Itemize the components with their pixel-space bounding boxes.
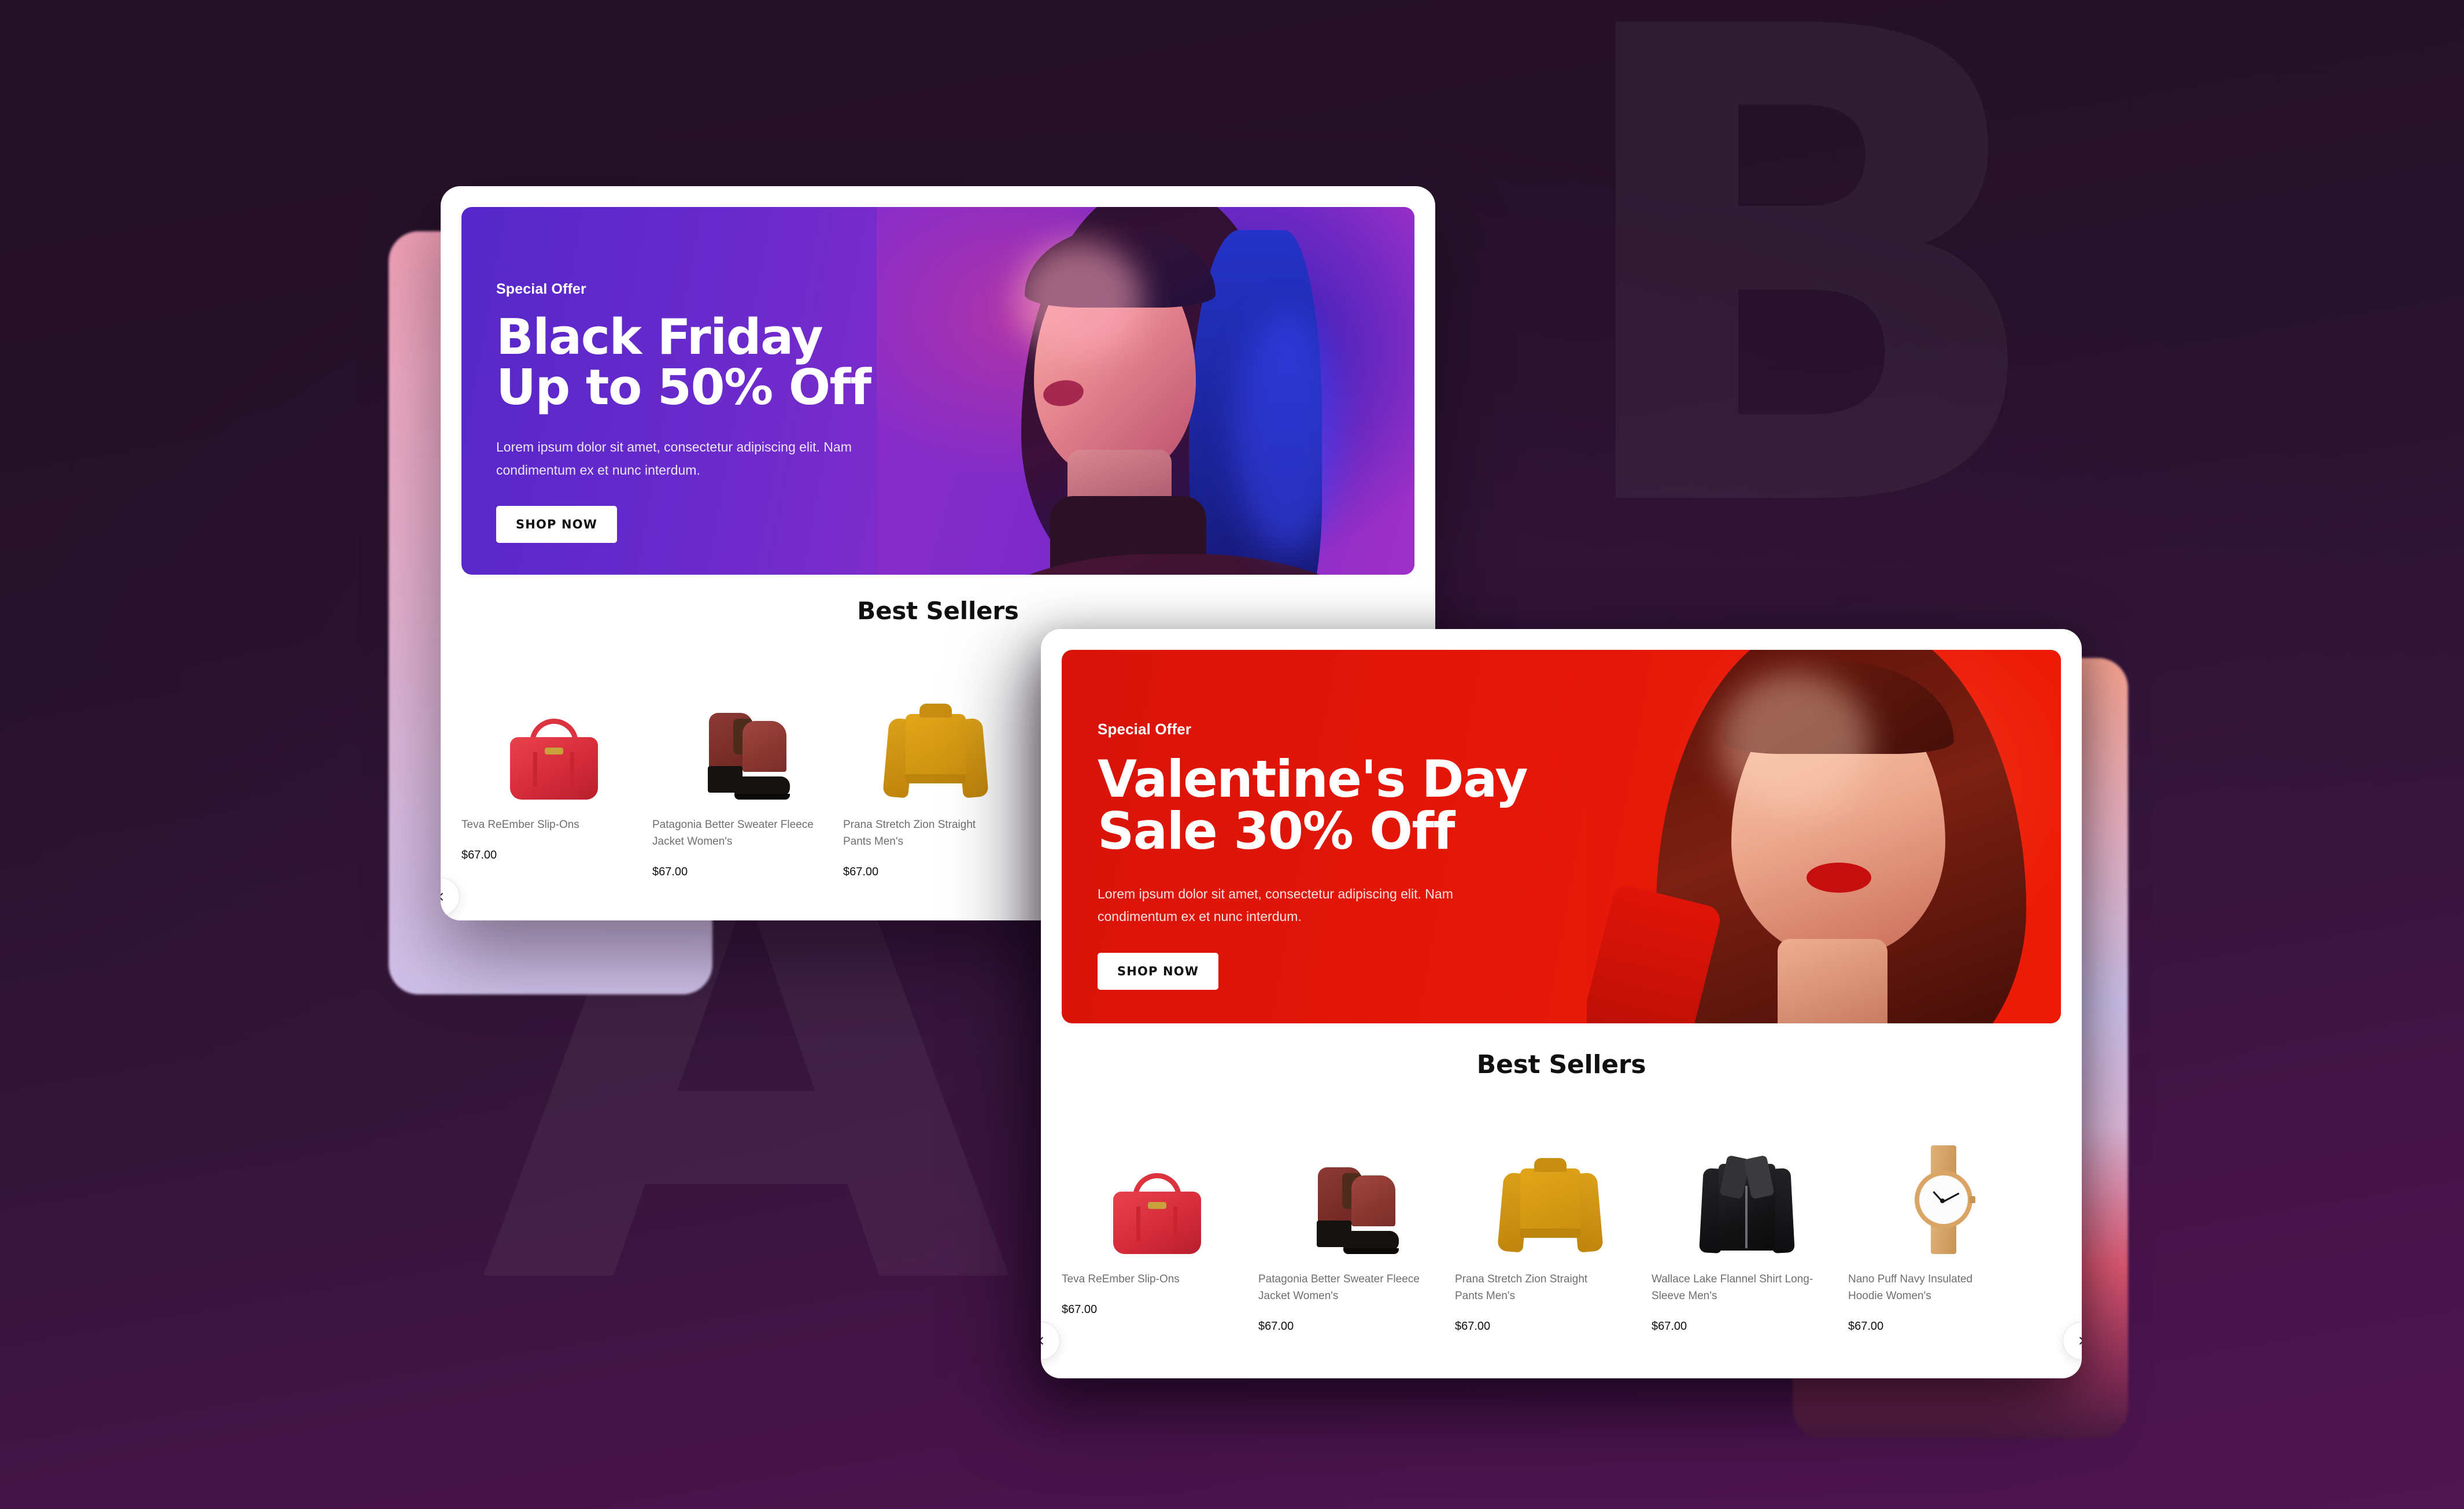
product-image-brown-ankle-boots xyxy=(1258,1109,1449,1254)
product-card[interactable]: Patagonia Better Sweater Fleece Jacket W… xyxy=(652,655,843,879)
product-name: Teva ReEmber Slip-Ons xyxy=(1062,1273,1180,1285)
product-name: Prana Stretch Zion Straight Pants Men's xyxy=(843,819,976,848)
product-price: $67.00 xyxy=(652,865,688,878)
hero-headline-line-1: Valentine's Day xyxy=(1098,749,1528,809)
product-image-black-leather-jacket xyxy=(1652,1109,1842,1254)
chevron-left-icon xyxy=(1041,1337,1043,1345)
product-image-red-handbag xyxy=(461,655,647,800)
carousel-prev-button[interactable] xyxy=(441,878,460,916)
handbag-icon xyxy=(510,719,598,800)
product-name: Wallace Lake Flannel Shirt Long-Sleeve M… xyxy=(1652,1273,1813,1302)
product-image-rose-gold-watch xyxy=(1848,1109,2039,1254)
storefront-card-valentines-day: Special Offer Valentine's Day Sale 30% O… xyxy=(1041,629,2082,1378)
product-price: $67.00 xyxy=(461,848,497,861)
product-card[interactable]: Teva ReEmber Slip-Ons $67.00 xyxy=(1062,1109,1258,1333)
hero-eyebrow: Special Offer xyxy=(1098,720,1192,738)
hero-subcopy: Lorem ipsum dolor sit amet, consectetur … xyxy=(1098,886,1453,924)
product-card[interactable]: Patagonia Better Sweater Fleece Jacket W… xyxy=(1258,1109,1455,1333)
best-sellers-carousel: Teva ReEmber Slip-Ons $67.00 Patagonia B… xyxy=(1062,1109,2061,1333)
sweater-icon xyxy=(882,704,989,800)
product-image-mustard-sweater xyxy=(843,655,1028,800)
hero-banner-valentines-day: Special Offer Valentine's Day Sale 30% O… xyxy=(1062,650,2061,1023)
product-price: $67.00 xyxy=(1455,1319,1491,1333)
product-card[interactable]: Teva ReEmber Slip-Ons $67.00 xyxy=(461,655,652,879)
product-price: $67.00 xyxy=(1062,1303,1098,1316)
hero-banner-black-friday: Special Offer Black Friday Up to 50% Off… xyxy=(461,207,1414,575)
best-sellers-title: Best Sellers xyxy=(857,597,1019,625)
hero-headline-line-2: Up to 50% Off xyxy=(496,358,871,416)
shop-now-button[interactable]: SHOP NOW xyxy=(496,506,618,543)
product-image-brown-ankle-boots xyxy=(652,655,837,800)
best-sellers-title: Best Sellers xyxy=(1476,1050,1646,1079)
hero-subcopy: Lorem ipsum dolor sit amet, consectetur … xyxy=(496,439,852,478)
product-name: Prana Stretch Zion Straight Pants Men's xyxy=(1455,1273,1588,1302)
product-price: $67.00 xyxy=(1848,1319,1884,1333)
product-name: Nano Puff Navy Insulated Hoodie Women's xyxy=(1848,1273,1973,1302)
watch-icon xyxy=(1912,1145,1975,1254)
product-name: Patagonia Better Sweater Fleece Jacket W… xyxy=(652,819,814,848)
shop-now-button[interactable]: SHOP NOW xyxy=(1098,952,1219,990)
hero-copy-block: Special Offer Black Friday Up to 50% Off… xyxy=(461,207,1414,543)
product-name: Patagonia Better Sweater Fleece Jacket W… xyxy=(1258,1273,1420,1302)
product-card[interactable]: Prana Stretch Zion Straight Pants Men's … xyxy=(843,655,1034,879)
chevron-right-icon xyxy=(2079,1337,2082,1345)
product-price: $67.00 xyxy=(1652,1319,1687,1333)
product-image-red-handbag xyxy=(1062,1109,1253,1254)
product-price: $67.00 xyxy=(1258,1319,1294,1333)
hero-headline-line-2: Sale 30% Off xyxy=(1098,801,1455,861)
background-letter-b: B xyxy=(1556,0,2053,599)
product-card[interactable]: Prana Stretch Zion Straight Pants Men's … xyxy=(1455,1109,1652,1333)
boot-icon xyxy=(1307,1167,1400,1254)
product-price: $67.00 xyxy=(843,865,879,878)
chevron-left-icon xyxy=(441,893,443,901)
product-name: Teva ReEmber Slip-Ons xyxy=(461,819,579,831)
jacket-icon xyxy=(1699,1152,1795,1254)
handbag-icon xyxy=(1113,1173,1201,1254)
hero-copy-block: Special Offer Valentine's Day Sale 30% O… xyxy=(1062,650,2061,990)
hero-headline-line-1: Black Friday xyxy=(496,309,823,366)
product-card[interactable]: Wallace Lake Flannel Shirt Long-Sleeve M… xyxy=(1652,1109,1848,1333)
hero-eyebrow: Special Offer xyxy=(496,281,586,297)
sweater-icon xyxy=(1497,1158,1604,1254)
product-image-mustard-sweater xyxy=(1455,1109,1646,1254)
boot-icon xyxy=(699,713,791,800)
product-card[interactable]: Nano Puff Navy Insulated Hoodie Women's … xyxy=(1848,1109,2045,1333)
